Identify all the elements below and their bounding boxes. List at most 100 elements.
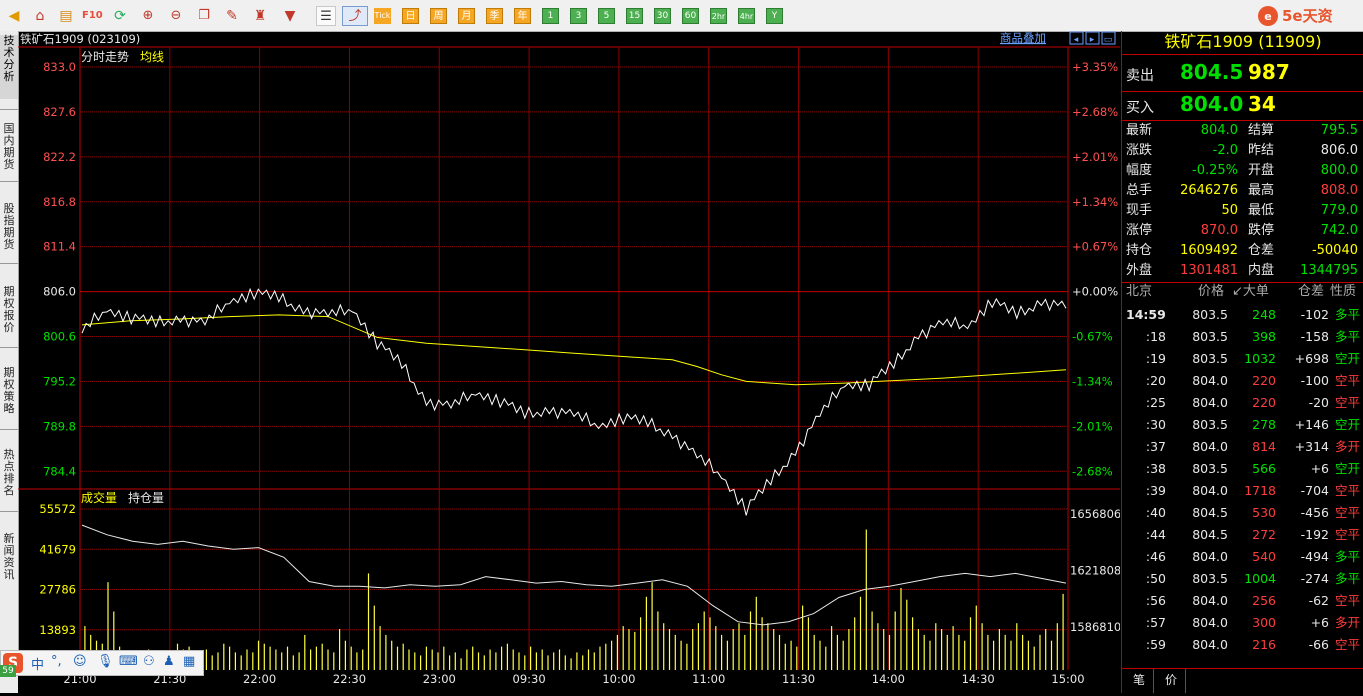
price-tick: 822.2 — [43, 150, 76, 164]
tick-row[interactable]: :44 804.5 272 -192 空平 — [1122, 524, 1363, 546]
tick-price: 804.0 — [1192, 593, 1228, 608]
user-icon[interactable]: ⚇ — [143, 654, 155, 669]
window-icon[interactable]: ❐ — [194, 6, 214, 26]
tick-row[interactable]: :57 804.0 300 +6 多开 — [1122, 612, 1363, 634]
period-tick[interactable]: Tick — [374, 8, 391, 24]
tick-volume: 1718 — [1244, 483, 1276, 498]
oi-tick: 1656806 — [1070, 507, 1120, 521]
tick-row[interactable]: :20 804.0 220 -100 空平 — [1122, 370, 1363, 392]
tab-domestic-futures[interactable]: 国内期货 — [0, 123, 18, 173]
tick-row[interactable]: :50 803.5 1004 -274 多平 — [1122, 568, 1363, 590]
tick-oi-change: -62 — [1308, 593, 1329, 608]
tick-price: 804.0 — [1192, 615, 1228, 630]
oi-tick: 1621808 — [1070, 563, 1120, 577]
punct-icon[interactable]: °, — [51, 654, 62, 669]
tick-row[interactable]: :25 804.0 220 -20 空平 — [1122, 392, 1363, 414]
tick-time: :20 — [1145, 373, 1166, 388]
overlay-link[interactable]: 商品叠加 — [1000, 31, 1046, 45]
tick-row[interactable]: :56 804.0 256 -62 空平 — [1122, 590, 1363, 612]
period-60min[interactable]: 60 — [682, 8, 699, 24]
stat-label-2: 最低 — [1248, 203, 1275, 218]
pct-tick: +2.68% — [1072, 105, 1118, 119]
tick-volume: 814 — [1252, 439, 1276, 454]
tick-volume: 248 — [1252, 307, 1276, 322]
tick-row[interactable]: :30 803.5 278 +146 空开 — [1122, 414, 1363, 436]
pen-icon[interactable]: ✎ — [222, 6, 242, 26]
emoji-icon[interactable]: ☺ — [73, 654, 87, 669]
keyboard-icon[interactable]: ⌨ — [119, 654, 138, 669]
skin-icon[interactable]: ♟ — [163, 654, 175, 669]
period-year[interactable]: 年 — [514, 8, 531, 24]
refresh-icon[interactable]: ⟳ — [110, 6, 130, 26]
time-tick: 14:30 — [962, 672, 995, 686]
f10-icon[interactable]: F10 — [82, 6, 103, 26]
period-day[interactable]: 日 — [402, 8, 419, 24]
layers-icon[interactable]: ▤ — [56, 6, 76, 26]
volume-tick: 27786 — [39, 583, 76, 597]
table-icon[interactable]: ☰ — [316, 6, 336, 26]
chart-area[interactable]: 铁矿石1909 (023109) 商品叠加 ◂ ▸ ▭ 分时走势 均线 成交量 … — [18, 31, 1121, 670]
stat-value: 1301481 — [1180, 263, 1238, 278]
stat-label-2: 开盘 — [1248, 163, 1275, 178]
home-icon[interactable]: ⌂ — [30, 6, 50, 26]
tick-row[interactable]: :39 804.0 1718 -704 空平 — [1122, 480, 1363, 502]
tick-col-time: 北京 — [1126, 284, 1153, 299]
stat-label-2: 内盘 — [1248, 263, 1275, 278]
tab-index-futures[interactable]: 股指期货 — [0, 203, 18, 253]
tick-row[interactable]: 14:59 803.5 248 -102 多平 — [1122, 304, 1363, 326]
period-season[interactable]: 季 — [486, 8, 503, 24]
period-30min[interactable]: 30 — [654, 8, 671, 24]
tick-list[interactable]: 14:59 803.5 248 -102 多平:18 803.5 398 -158 多平:19 8… — [1122, 304, 1363, 664]
tick-row[interactable]: :40 804.5 530 -456 空平 — [1122, 502, 1363, 524]
period-2hr[interactable]: 2hr — [710, 8, 727, 24]
ime-toolbar[interactable]: S 中 °, ☺ 🎙 ⌨ ⚇ ♟ ▦ 59 — [0, 650, 204, 677]
tick-price: 804.0 — [1192, 483, 1228, 498]
tick-oi-change: -192 — [1300, 527, 1329, 542]
period-y[interactable]: Y — [766, 8, 783, 24]
line-chart-icon[interactable]: ⤴ — [342, 6, 368, 26]
tick-row[interactable]: :59 804.0 216 -66 空平 — [1122, 634, 1363, 656]
tick-row[interactable]: :19 803.5 1032 +698 空开 — [1122, 348, 1363, 370]
tick-nature: 空平 — [1334, 637, 1360, 652]
tick-row[interactable]: :38 803.5 566 +6 空开 — [1122, 458, 1363, 480]
period-4hr[interactable]: 4hr — [738, 8, 755, 24]
tick-price: 804.0 — [1192, 549, 1228, 564]
intraday-chart[interactable]: 铁矿石1909 (023109) 商品叠加 ◂ ▸ ▭ 分时走势 均线 成交量 … — [18, 31, 1121, 670]
tick-col-nature: 性质 — [1330, 284, 1357, 299]
filter-icon[interactable]: ▼ — [280, 6, 300, 26]
stat-row: 最新 804.0 结算 795.5 — [1122, 121, 1363, 141]
panel-controls[interactable]: ◂ ▸ ▭ — [1069, 31, 1116, 45]
period-week[interactable]: 周 — [430, 8, 447, 24]
tab-news[interactable]: 新闻资讯 — [0, 533, 18, 583]
tool-icon[interactable]: ♜ — [250, 6, 270, 26]
tick-nature: 多平 — [1334, 329, 1360, 344]
tick-row[interactable]: :37 804.0 814 +314 多开 — [1122, 436, 1363, 458]
zoom-in-icon[interactable]: ⊕ — [138, 6, 158, 26]
tab-price[interactable]: 价 — [1157, 669, 1186, 693]
quote-title: 铁矿石1909 (11909) — [1164, 32, 1322, 51]
period-1min[interactable]: 1 — [542, 8, 559, 24]
tab-technical-analysis[interactable]: 技术分析 — [0, 35, 18, 99]
ime-mode[interactable]: 中 — [31, 654, 44, 673]
period-15min[interactable]: 15 — [626, 8, 643, 24]
period-month[interactable]: 月 — [458, 8, 475, 24]
tab-hot-ranking[interactable]: 热点排名 — [0, 449, 18, 499]
tick-row[interactable]: :46 804.0 540 -494 多平 — [1122, 546, 1363, 568]
mic-icon[interactable]: 🎙 — [97, 654, 114, 669]
tick-volume: 1032 — [1244, 351, 1276, 366]
period-3min[interactable]: 3 — [570, 8, 587, 24]
stat-row: 幅度 -0.25% 开盘 800.0 — [1122, 161, 1363, 181]
tick-col-oi: 仓差 — [1298, 284, 1325, 299]
back-icon[interactable]: ◀ — [4, 6, 24, 26]
zoom-out-icon[interactable]: ⊖ — [166, 6, 186, 26]
tick-oi-change: -494 — [1300, 549, 1329, 564]
tick-row[interactable]: :18 803.5 398 -158 多平 — [1122, 326, 1363, 348]
tick-header: 北京 价格 ↙大单 仓差 性质 — [1122, 282, 1363, 302]
grid-icon[interactable]: ▦ — [183, 654, 195, 669]
period-5min[interactable]: 5 — [598, 8, 615, 24]
tab-trades[interactable]: 笔 — [1125, 669, 1154, 693]
tick-volume: 220 — [1252, 395, 1276, 410]
tick-price: 804.0 — [1192, 439, 1228, 454]
tab-options-quotes[interactable]: 期权报价 — [0, 286, 18, 336]
tab-options-strategy[interactable]: 期权策略 — [0, 367, 18, 417]
